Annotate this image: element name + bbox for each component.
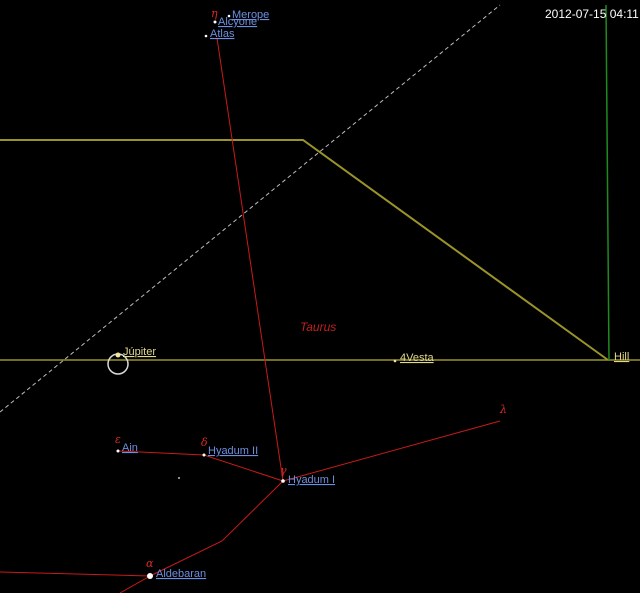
timestamp: 2012-07-15 04:11 [545, 7, 639, 21]
celestial-equator-line [0, 4, 501, 413]
star-faint[interactable] [178, 477, 180, 479]
sky-chart[interactable]: η ε δ γ α λ Merope Alcyone Atlas Ain Hya… [0, 0, 640, 593]
star-alcyone[interactable] [213, 20, 217, 24]
greek-alpha: α [146, 557, 154, 570]
label-jupiter[interactable]: Júpiter [123, 346, 156, 358]
planet-vesta-marker[interactable] [393, 359, 397, 363]
label-aldebaran[interactable]: Aldebaran [156, 568, 206, 580]
label-hill[interactable]: Hill [614, 351, 629, 363]
star-hyadum-i[interactable] [281, 479, 285, 483]
greek-gamma: γ [280, 464, 287, 477]
label-ain[interactable]: Ain [122, 442, 138, 454]
greek-eta: η [211, 7, 218, 20]
greek-lambda: λ [499, 403, 507, 416]
constellation-name: Taurus [300, 320, 336, 334]
star-atlas[interactable] [204, 34, 208, 38]
star-aldebaran[interactable] [147, 573, 153, 579]
star-hyadum-ii[interactable] [202, 453, 206, 457]
planet-jupiter-marker [115, 352, 121, 358]
label-atlas[interactable]: Atlas [210, 28, 235, 40]
label-alcyone[interactable]: Alcyone [218, 16, 257, 28]
greek-epsilon: ε [115, 433, 121, 446]
label-hyadum-i[interactable]: Hyadum I [288, 474, 335, 486]
greek-delta: δ [201, 436, 208, 449]
label-vesta[interactable]: 4Vesta [400, 352, 435, 364]
label-hyadum-ii[interactable]: Hyadum II [208, 445, 258, 457]
star-ain[interactable] [116, 449, 120, 453]
taurus-figure [0, 37, 501, 593]
meridian-line [605, 4, 610, 361]
